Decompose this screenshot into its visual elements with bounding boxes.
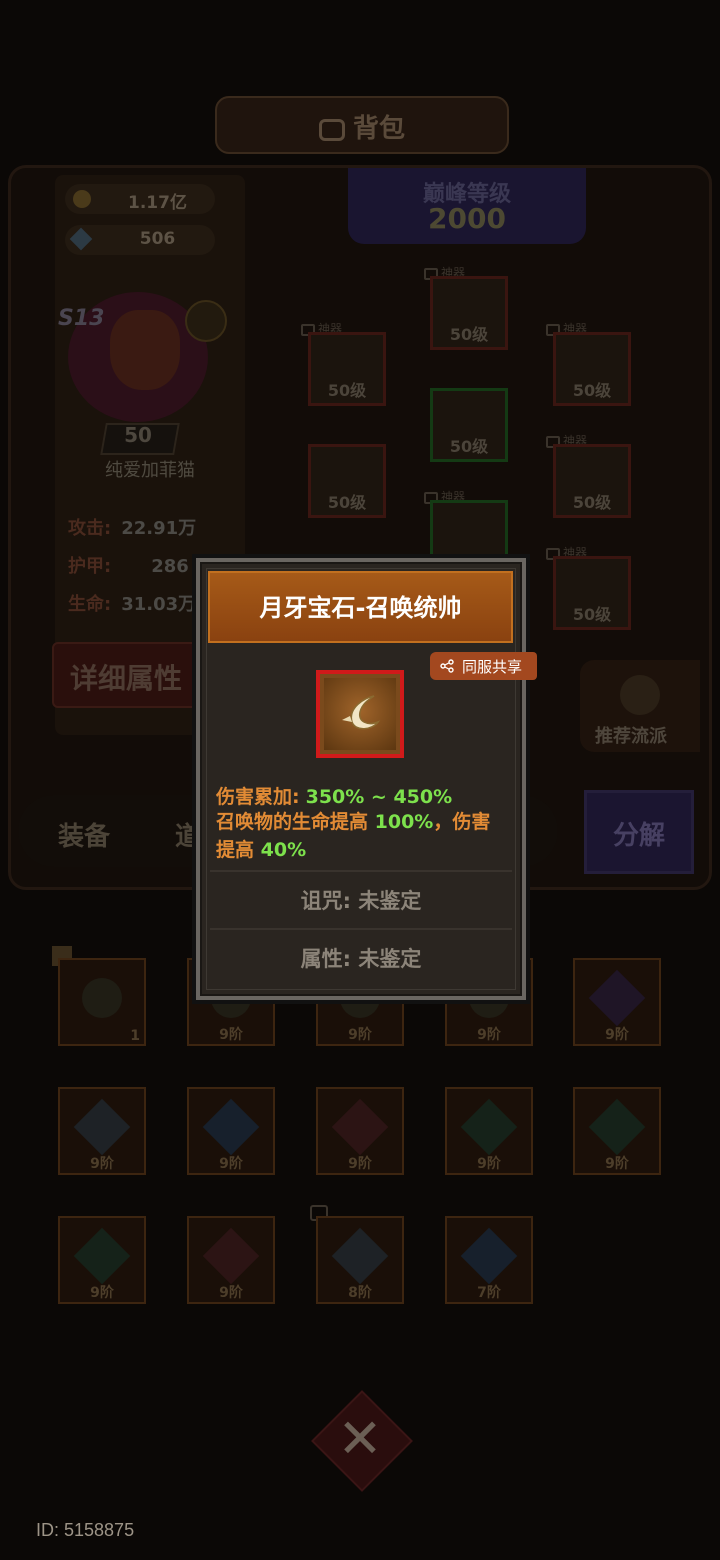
share-label: 同服共享 (462, 658, 523, 676)
gold-amount: 1.17亿 (128, 193, 187, 213)
bag-icon (318, 118, 345, 141)
inventory-item[interactable]: 9阶 (58, 1087, 146, 1175)
curse-status: 诅咒: 未鉴定 (300, 889, 422, 913)
season-badge: S13 (58, 306, 105, 331)
inventory-item[interactable]: 9阶 (573, 958, 661, 1046)
stat-armor: 护甲: 286 (68, 556, 189, 577)
crescent-moon-gem-icon (342, 695, 381, 730)
equipment-slot-armor[interactable]: 50级 (430, 388, 508, 462)
peak-level-value: 2000 (428, 202, 506, 235)
summon-effect: 召唤物的生命提高 100%，伤害提高 40% (216, 811, 491, 861)
stat-attack: 攻击: 22.91万 (68, 518, 197, 539)
player-level: 50 (124, 423, 152, 447)
equipment-slot-head[interactable]: 50级 (308, 332, 386, 406)
inventory-item[interactable]: 9阶 (58, 1216, 146, 1304)
thumbs-up-icon (620, 675, 660, 715)
detail-attributes-label: 详细属性 (70, 662, 183, 695)
equipment-slot-boots[interactable]: 50级 (553, 556, 631, 630)
inventory-item[interactable]: 9阶 (316, 1087, 404, 1175)
header-bar: 背包 (215, 96, 509, 154)
gem-resource: 506 (65, 225, 215, 255)
inventory-item[interactable]: 9阶 (187, 1087, 275, 1175)
diamond-icon (69, 227, 93, 251)
inventory-item[interactable]: 9阶 (187, 1216, 275, 1304)
tab-equipment[interactable]: 装备 (58, 816, 110, 853)
coin-icon (73, 190, 91, 208)
stat-hp: 生命: 31.03万 (68, 594, 197, 615)
recommend-build-label: 推荐流派 (595, 726, 667, 747)
item-title: 月牙宝石-召唤统帅 (259, 594, 462, 622)
currency-button[interactable] (185, 300, 227, 342)
inventory-item[interactable]: 8阶 (316, 1216, 404, 1304)
close-icon: ✕ (337, 1407, 383, 1470)
user-id: ID: 5158875 (36, 1520, 135, 1540)
equipment-slot-gloves[interactable]: 50级 (308, 444, 386, 518)
equipment-slot-accessory[interactable]: 50级 (553, 332, 631, 406)
share-icon (440, 659, 454, 673)
attribute-status: 属性: 未鉴定 (300, 947, 422, 971)
gem-amount: 506 (139, 229, 176, 249)
inventory-item[interactable]: 9阶 (573, 1087, 661, 1175)
inventory-item[interactable]: 1 (58, 958, 146, 1046)
inventory-item[interactable]: 7阶 (445, 1216, 533, 1304)
damage-stat: 伤害累加: 350% ~ 450% (216, 786, 453, 808)
gold-resource: 1.17亿 (65, 184, 215, 214)
inventory-item[interactable]: 9阶 (445, 1087, 533, 1175)
player-avatar[interactable] (38, 280, 208, 430)
item-icon-frame (316, 670, 404, 758)
page-title: 背包 (352, 114, 405, 144)
decompose-label: 分解 (612, 821, 665, 851)
divider (210, 870, 512, 872)
player-name: 纯爱加菲猫 (105, 460, 195, 481)
divider (210, 928, 512, 930)
equipment-slot-ring[interactable]: 50级 (553, 444, 631, 518)
equipment-slot-helmet[interactable]: 50级 (430, 276, 508, 350)
